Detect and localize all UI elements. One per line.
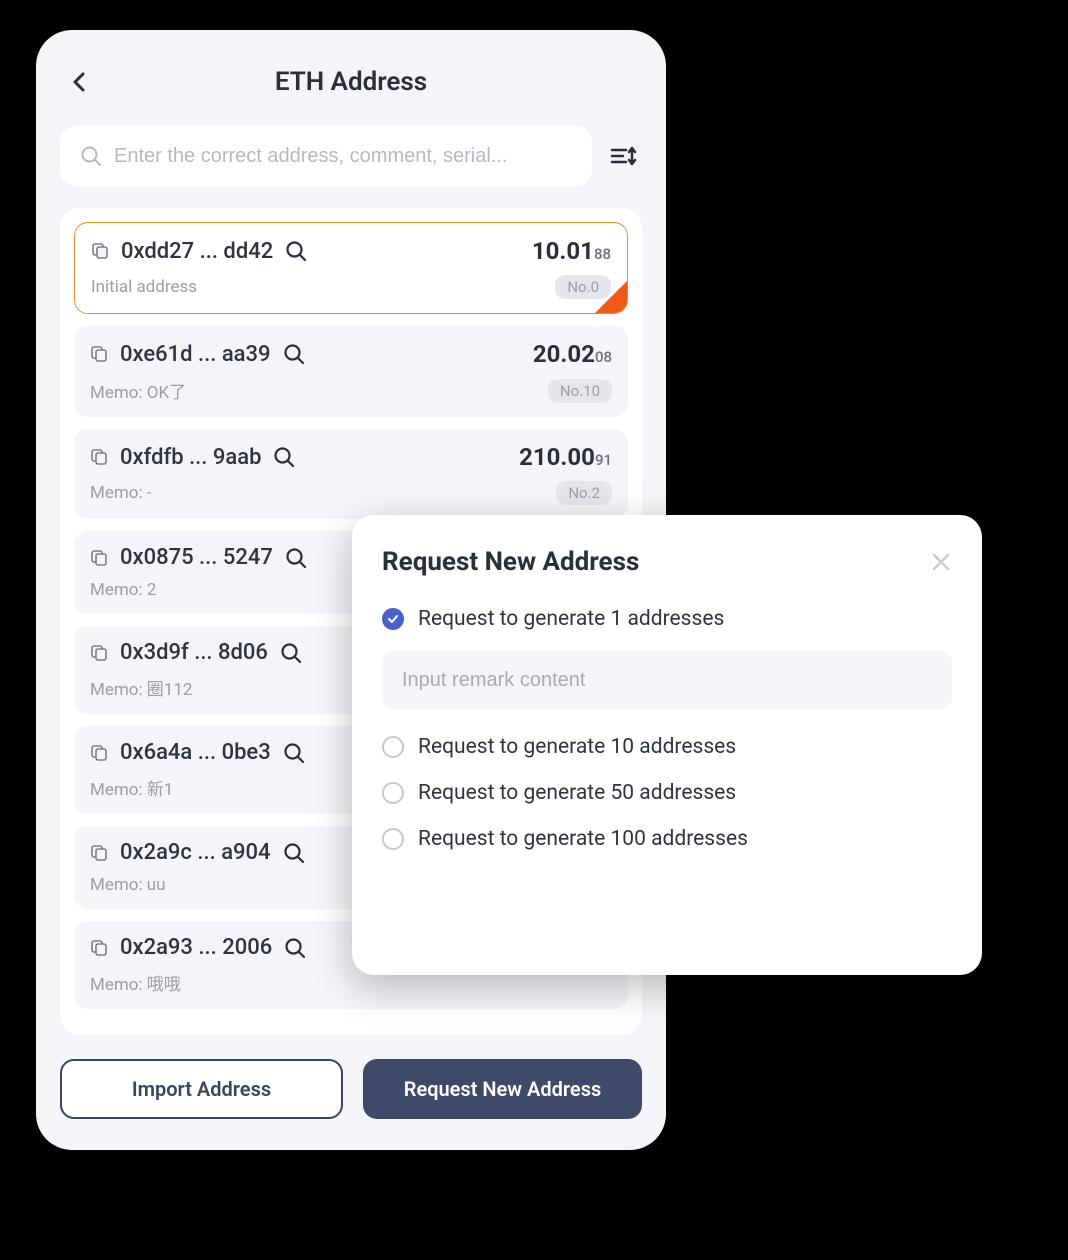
memo-text: Memo: 圈112 [90,675,192,700]
address-text: 0x3d9f ... 8d06 [120,640,268,665]
address-card[interactable]: 0xfdfb ... 9aab 210.0091 Memo: - No.2 [74,429,628,519]
search-box[interactable] [60,126,592,186]
radio-button[interactable] [382,736,404,758]
card-row: 0xdd27 ... dd42 10.0188 [91,237,611,265]
radio-button[interactable] [382,608,404,630]
address-text: 0xdd27 ... dd42 [121,239,273,264]
radio-button[interactable] [382,782,404,804]
modal-header: Request New Address [382,547,952,577]
modal-option[interactable]: Request to generate 1 addresses [382,607,952,631]
zoom-icon[interactable] [283,343,305,365]
modal-title: Request New Address [382,547,639,577]
balance: 10.0188 [532,237,611,265]
index-badge: No.10 [548,379,612,403]
header: ETH Address [60,58,642,106]
balance-decimals: 08 [595,348,612,366]
search-row [60,126,642,186]
zoom-icon[interactable] [284,937,306,959]
address-text: 0xe61d ... aa39 [120,342,271,367]
card-memo-row: Initial address No.0 [91,275,611,299]
chevron-left-icon [72,72,88,92]
balance: 20.0208 [533,340,612,368]
zoom-icon[interactable] [285,547,307,569]
card-memo-row: Memo: - No.2 [90,481,612,505]
copy-icon[interactable] [90,644,108,662]
copy-icon[interactable] [91,242,109,260]
copy-icon[interactable] [90,448,108,466]
page-title: ETH Address [275,67,427,97]
card-memo-row: Memo: OK了 No.10 [90,378,612,403]
memo-text: Initial address [91,277,197,297]
balance-decimals: 91 [595,451,612,469]
address-text: 0x6a4a ... 0be3 [120,740,271,765]
balance: 210.0091 [519,443,612,471]
back-button[interactable] [68,70,92,94]
copy-icon[interactable] [90,844,108,862]
zoom-icon[interactable] [285,240,307,262]
memo-text: Memo: - [90,483,152,503]
modal-option[interactable]: Request to generate 10 addresses [382,735,952,759]
modal-option[interactable]: Request to generate 50 addresses [382,781,952,805]
option-label: Request to generate 1 addresses [418,607,724,631]
zoom-icon[interactable] [283,842,305,864]
request-new-address-modal: Request New Address Request to generate … [352,515,982,975]
copy-icon[interactable] [90,345,108,363]
option-label: Request to generate 10 addresses [418,735,736,759]
request-new-address-button[interactable]: Request New Address [363,1059,642,1119]
address-card[interactable]: 0xe61d ... aa39 20.0208 Memo: OK了 No.10 [74,326,628,417]
zoom-icon[interactable] [280,642,302,664]
search-input[interactable] [114,145,572,168]
index-badge: No.2 [556,481,612,505]
bottom-bar: Import Address Request New Address [60,1059,642,1119]
copy-icon[interactable] [90,549,108,567]
address-card[interactable]: 0xdd27 ... dd42 10.0188 Initial address No.… [74,222,628,314]
copy-icon[interactable] [90,744,108,762]
address-text: 0xfdfb ... 9aab [120,445,261,470]
address-text: 0x0875 ... 5247 [120,545,273,570]
sort-button[interactable] [606,138,642,174]
search-icon [80,145,102,167]
option-label: Request to generate 100 addresses [418,827,748,851]
card-row: 0xe61d ... aa39 20.0208 [90,340,612,368]
sort-icon [610,142,638,170]
memo-text: Memo: OK了 [90,378,186,403]
memo-text: Memo: 哦哦 [90,970,181,995]
address-text: 0x2a9c ... a904 [120,840,271,865]
radio-button[interactable] [382,828,404,850]
copy-icon[interactable] [90,939,108,957]
memo-text: Memo: 2 [90,580,156,600]
remark-input[interactable] [382,651,952,709]
zoom-icon[interactable] [283,742,305,764]
close-icon [932,553,950,571]
balance-decimals: 88 [594,245,611,263]
index-badge: No.0 [555,275,611,299]
card-row: 0xfdfb ... 9aab 210.0091 [90,443,612,471]
memo-text: Memo: 新1 [90,775,173,800]
modal-option[interactable]: Request to generate 100 addresses [382,827,952,851]
zoom-icon[interactable] [273,446,295,468]
memo-text: Memo: uu [90,875,166,895]
address-text: 0x2a93 ... 2006 [120,935,272,960]
import-address-button[interactable]: Import Address [60,1059,343,1119]
close-button[interactable] [930,551,952,573]
option-label: Request to generate 50 addresses [418,781,736,805]
